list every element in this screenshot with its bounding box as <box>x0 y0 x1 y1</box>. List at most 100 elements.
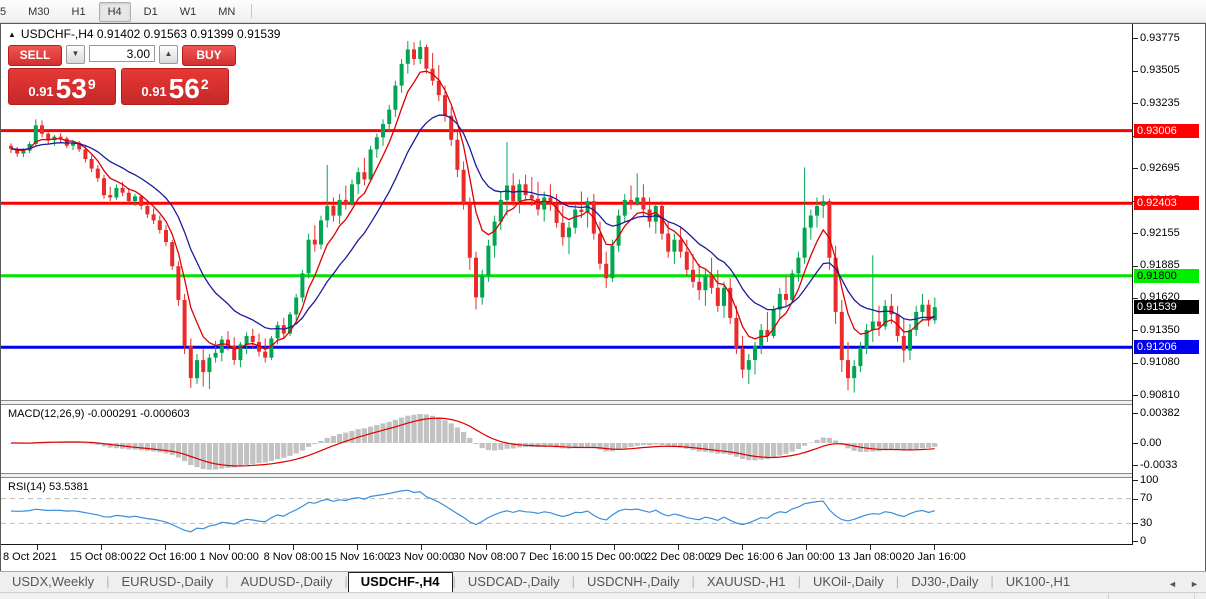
macd-histogram-bar <box>392 419 398 443</box>
macd-histogram-bar <box>932 443 938 447</box>
macd-histogram-bar <box>250 443 256 464</box>
candle-body <box>356 172 361 185</box>
candle-body <box>418 47 423 59</box>
date-tick-mark <box>613 545 615 550</box>
date-tick-label: 7 Dec 16:00 <box>519 551 580 563</box>
candle-body <box>443 95 447 116</box>
price-level-chip: 0.91539 <box>1134 300 1199 315</box>
chart-tab-usdchf-h4[interactable]: USDCHF-,H4 <box>347 572 453 593</box>
macd-signal-line <box>11 417 935 467</box>
macd-histogram-bar <box>318 441 324 443</box>
volume-increase-button[interactable]: ▲ <box>159 45 178 64</box>
candle-body <box>219 339 224 353</box>
macd-histogram-bar <box>262 443 268 463</box>
macd-histogram-bar <box>306 443 312 447</box>
rsi-tick-mark <box>1133 498 1138 500</box>
sell-button[interactable]: SELL <box>8 45 62 66</box>
macd-histogram-bar <box>740 443 746 459</box>
candle-body <box>598 233 602 264</box>
timeframe-button-h4[interactable]: H4 <box>98 2 131 22</box>
trade-panel-collapse-icon[interactable]: ▲ <box>8 30 16 39</box>
price-tick-mark <box>1133 70 1138 72</box>
timeframe-button-w1[interactable]: W1 <box>171 2 206 22</box>
date-tick-label: 15 Dec 00:00 <box>580 551 647 563</box>
macd-histogram-bar <box>795 443 801 449</box>
price-tick-label: 0.90810 <box>1140 388 1180 401</box>
candle-body <box>771 309 776 336</box>
macd-histogram-bar <box>293 443 299 454</box>
candle-body <box>381 124 385 138</box>
buy-price-prefix: 0.91 <box>141 84 167 99</box>
macd-histogram-bar <box>182 443 188 462</box>
macd-histogram-bar <box>622 443 628 449</box>
price-tick-mark <box>1133 265 1138 267</box>
candle-body <box>213 352 218 358</box>
chart-tab-usdcad-daily[interactable]: USDCAD-,Daily <box>456 572 572 591</box>
rsi-tick-label: 0 <box>1140 534 1147 547</box>
macd-histogram-bar <box>628 443 634 447</box>
date-tick-label: 22 Dec 08:00 <box>644 551 711 563</box>
timeframe-button-d1[interactable]: D1 <box>135 2 167 22</box>
candle-body <box>827 201 832 258</box>
candle-body <box>703 275 708 291</box>
macd-histogram-bar <box>498 443 504 450</box>
macd-histogram-bar <box>374 425 380 443</box>
candle-body <box>672 239 677 252</box>
sell-price-box[interactable]: 0.91 53 9 <box>8 68 116 105</box>
chart-tab-uk100-h1[interactable]: UK100-,H1 <box>994 572 1082 591</box>
macd-histogram-bar <box>808 442 814 444</box>
date-axis[interactable]: 8 Oct 2021 15 Oct 08:00 22 Oct 16:00 1 Nov … <box>1 545 1132 570</box>
chart-tab-dj30-daily[interactable]: DJ30-,Daily <box>899 572 990 591</box>
candle-body <box>511 185 516 202</box>
candle-body <box>244 336 249 345</box>
volume-decrease-button[interactable]: ▼ <box>66 45 85 64</box>
macd-tick-label: 0.00 <box>1140 436 1162 449</box>
rsi-pane[interactable] <box>1 478 1132 544</box>
candle-body <box>108 195 113 198</box>
rsi-tick-mark <box>1133 541 1138 542</box>
buy-button[interactable]: BUY <box>182 45 236 66</box>
timeframe-button-5[interactable]: 5 <box>0 2 15 22</box>
chart-tab-audusd-daily[interactable]: AUDUSD-,Daily <box>229 572 345 591</box>
macd-histogram-bar <box>194 443 200 468</box>
volume-input[interactable] <box>89 45 155 62</box>
macd-histogram-bar <box>702 443 708 452</box>
chart-tab-eurusd-daily[interactable]: EURUSD-,Daily <box>110 572 226 591</box>
chart-tab-ukoil-daily[interactable]: UKOil-,Daily <box>801 572 896 591</box>
macd-histogram-bar <box>715 443 721 454</box>
rsi-tick-label: 30 <box>1140 516 1153 529</box>
timeframe-button-mn[interactable]: MN <box>209 2 244 22</box>
candle-body <box>201 360 206 373</box>
macd-histogram-bar <box>696 443 702 452</box>
price-axis[interactable]: 0.937750.935050.932350.929650.926950.924… <box>1133 24 1205 570</box>
macd-histogram-bar <box>926 443 932 448</box>
candle-body <box>480 275 485 298</box>
macd-histogram-bar <box>330 436 336 443</box>
macd-histogram-bar <box>237 443 243 467</box>
macd-histogram-bar <box>709 443 715 453</box>
timeframe-button-h1[interactable]: H1 <box>63 2 95 22</box>
macd-histogram-bar <box>256 443 262 464</box>
macd-histogram-bar <box>783 443 789 454</box>
price-tick-mark <box>1133 103 1138 104</box>
date-tick-label: 23 Nov 00:00 <box>388 551 455 563</box>
candle-body <box>492 221 497 246</box>
price-tick-mark <box>1133 362 1138 364</box>
candle-body <box>343 199 348 204</box>
rsi-line <box>10 489 935 533</box>
candle-body <box>64 138 69 146</box>
timeframe-button-m30[interactable]: M30 <box>19 2 58 22</box>
candle-body <box>455 139 460 170</box>
macd-histogram-bar <box>833 440 839 443</box>
buy-price-box[interactable]: 0.91 56 2 <box>121 68 229 105</box>
macd-histogram-bar <box>479 443 485 449</box>
price-tick-mark <box>1133 38 1138 39</box>
chart-tab-usdx-weekly[interactable]: USDX,Weekly <box>0 572 106 591</box>
candle-body <box>133 196 137 202</box>
candle-body <box>467 203 472 258</box>
candle-body <box>629 199 633 204</box>
price-tick-mark <box>1133 168 1138 169</box>
chart-tab-usdcnh-daily[interactable]: USDCNH-,Daily <box>575 572 691 591</box>
chart-tab-xauusd-h1[interactable]: XAUUSD-,H1 <box>695 572 798 591</box>
rsi-label: RSI(14) 53.5381 <box>8 481 89 493</box>
